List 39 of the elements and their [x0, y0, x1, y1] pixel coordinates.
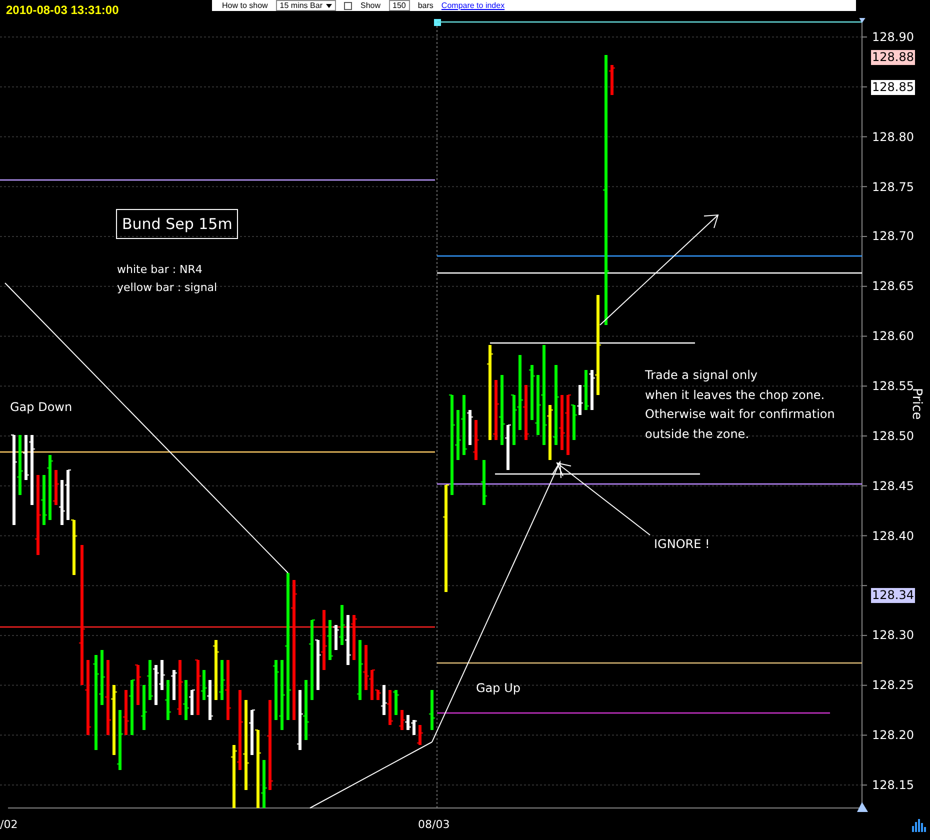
- annotation-label: IGNORE !: [654, 536, 710, 553]
- price-tick-label: 128.65: [872, 279, 914, 294]
- price-tick-label: 128.55: [872, 379, 914, 394]
- legend-text: white bar : NR4: [117, 262, 202, 278]
- price-tick-label: 128.70: [872, 229, 914, 244]
- view-dropdown[interactable]: 15 mins Bar: [276, 0, 336, 11]
- caret-icon: [326, 4, 332, 8]
- scroll-end-handle[interactable]: [857, 802, 868, 812]
- price-tick-label: 128.50: [872, 428, 914, 443]
- price-tick-label: 128.75: [872, 180, 914, 194]
- checkbox-label: Show: [360, 1, 380, 10]
- annotation-label: Gap Down: [10, 399, 72, 416]
- price-tick-label: 128.20: [872, 728, 914, 742]
- price-tag: 128.85: [871, 80, 915, 95]
- price-tick-label: 128.60: [872, 329, 914, 344]
- timestamp: 2010-08-03 13:31:00: [5, 2, 120, 17]
- range-start-handle[interactable]: [434, 19, 441, 26]
- show-checkbox[interactable]: [344, 2, 352, 10]
- chart-title: Bund Sep 15m: [116, 209, 238, 239]
- chart-type-icon[interactable]: [912, 819, 926, 832]
- price-tag: 128.88: [871, 50, 915, 65]
- price-tick-label: 128.45: [872, 478, 914, 493]
- annotation-note: Trade a signal only when it leaves the chop zone. Otherwise wait for confirmation outside the zone.: [645, 367, 835, 442]
- price-tick-label: 128.25: [872, 678, 914, 692]
- price-tick-label: 128.15: [872, 778, 914, 792]
- date-label: /02: [0, 818, 18, 831]
- date-label: 08/03: [418, 818, 450, 831]
- price-tag: 128.34: [871, 588, 915, 603]
- field-suffix: bars: [418, 1, 434, 10]
- range-end-handle[interactable]: [857, 18, 868, 23]
- legend-text: yellow bar : signal: [117, 280, 218, 296]
- price-tick-label: 128.90: [872, 30, 914, 44]
- compare-link[interactable]: Compare to index: [441, 1, 505, 10]
- price-tick-label: 128.80: [872, 130, 914, 144]
- price-tick-label: 128.30: [872, 628, 914, 642]
- bars-count-field[interactable]: 150: [388, 0, 410, 11]
- annotation-label: Gap Up: [476, 680, 520, 697]
- field-label: How to show: [222, 1, 268, 10]
- price-tick-label: 128.40: [872, 528, 914, 543]
